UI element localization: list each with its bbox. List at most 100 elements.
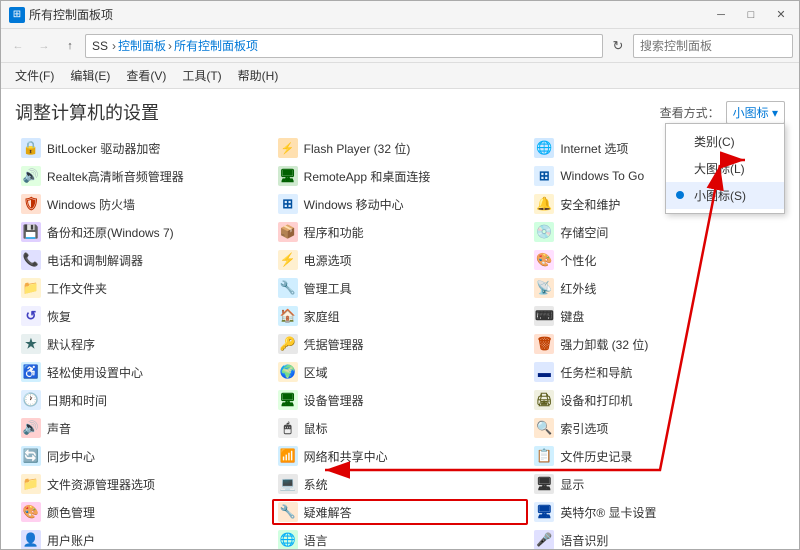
ctrl-item-admintools[interactable]: 🔧 管理工具 xyxy=(272,275,529,301)
all-items-segment[interactable]: 所有控制面板项 xyxy=(174,37,258,54)
recovery-label: 恢复 xyxy=(47,308,71,325)
ctrl-item-keyboard[interactable]: ⌨ 键盘 xyxy=(528,303,785,329)
ctrl-item-filehistory[interactable]: 📋 文件历史记录 xyxy=(528,443,785,469)
ctrl-item-firewall[interactable]: 🛡 Windows 防火墙 xyxy=(15,191,272,217)
uninstall-icon: 🗑 xyxy=(534,334,554,354)
ctrl-item-datetime[interactable]: 🕐 日期和时间 xyxy=(15,387,272,413)
view-option-category[interactable]: 类别(C) xyxy=(666,128,784,155)
datetime-label: 日期和时间 xyxy=(47,392,107,409)
close-button[interactable]: ✕ xyxy=(767,5,795,25)
ctrl-item-troubleshoot[interactable]: 🔧 疑难解答 xyxy=(272,499,529,525)
ctrl-item-display[interactable]: 🖥 显示 xyxy=(528,471,785,497)
devices-icon: 🖨 xyxy=(534,390,554,410)
content-area[interactable]: 调整计算机的设置 查看方式： 小图标 ▾ 类别(C) 大图标(L) 小 xyxy=(1,89,799,549)
easyaccess-label: 轻松使用设置中心 xyxy=(47,364,143,381)
menu-edit[interactable]: 编辑(E) xyxy=(62,64,118,87)
control-panel-segment[interactable]: 控制面板 xyxy=(118,37,166,54)
refresh-button[interactable]: ↻ xyxy=(607,35,629,57)
ctrl-item-folderopt[interactable]: 📁 文件资源管理器选项 xyxy=(15,471,272,497)
ctrl-item-programs[interactable]: 📦 程序和功能 xyxy=(272,219,529,245)
ctrl-item-realtek[interactable]: 🔊 Realtek高清晰音频管理器 xyxy=(15,163,272,189)
sound-icon: 🔊 xyxy=(21,418,41,438)
remoteapp-icon: 🖥 xyxy=(278,166,298,186)
admintools-icon: 🔧 xyxy=(278,278,298,298)
menu-help[interactable]: 帮助(H) xyxy=(230,64,287,87)
maximize-button[interactable]: □ xyxy=(737,5,765,25)
filehistory-label: 文件历史记录 xyxy=(560,448,632,465)
ctrl-item-power[interactable]: ⚡ 电源选项 xyxy=(272,247,529,273)
ctrl-item-sound[interactable]: 🔊 声音 xyxy=(15,415,272,441)
ctrl-item-recovery[interactable]: ↺ 恢复 xyxy=(15,303,272,329)
address-bar: ← → ↑ SS › 控制面板 › 所有控制面板项 ↻ 🔍 xyxy=(1,29,799,63)
devices-label: 设备和打印机 xyxy=(560,392,632,409)
ctrl-item-indexing[interactable]: 🔍 索引选项 xyxy=(528,415,785,441)
ctrl-item-mobilecenter[interactable]: ⊞ Windows 移动中心 xyxy=(272,191,529,217)
indexing-icon: 🔍 xyxy=(534,418,554,438)
ctrl-item-language[interactable]: 🌐 语言 xyxy=(272,527,529,549)
menu-tools[interactable]: 工具(T) xyxy=(174,64,229,87)
phone-icon: 📞 xyxy=(21,250,41,270)
ctrl-item-homegroup[interactable]: 🏠 家庭组 xyxy=(272,303,529,329)
ctrl-item-speech[interactable]: 🎤 语音识别 xyxy=(528,527,785,549)
ctrl-item-flash[interactable]: ⚡ Flash Player (32 位) xyxy=(272,135,529,161)
programs-icon: 📦 xyxy=(278,222,298,242)
up-button[interactable]: ↑ xyxy=(59,35,81,57)
ctrl-item-workfolders[interactable]: 📁 工作文件夹 xyxy=(15,275,272,301)
view-option-large[interactable]: 大图标(L) xyxy=(666,155,784,182)
view-dropdown[interactable]: 小图标 ▾ xyxy=(726,101,785,124)
ctrl-item-useraccount[interactable]: 👤 用户账户 xyxy=(15,527,272,549)
ctrl-item-color[interactable]: 🎨 颜色管理 xyxy=(15,499,272,525)
ctrl-item-personalize[interactable]: 🎨 个性化 xyxy=(528,247,785,273)
address-path[interactable]: SS › 控制面板 › 所有控制面板项 xyxy=(85,34,603,58)
ctrl-item-devmgr[interactable]: 🖥 设备管理器 xyxy=(272,387,529,413)
homegroup-icon: 🏠 xyxy=(278,306,298,326)
taskbar-icon: ▬ xyxy=(534,362,554,382)
ctrl-item-backup[interactable]: 💾 备份和还原(Windows 7) xyxy=(15,219,272,245)
indexing-label: 索引选项 xyxy=(560,420,608,437)
troubleshoot-label: 疑难解答 xyxy=(304,504,352,521)
ctrl-item-system[interactable]: 💻 系统 xyxy=(272,471,529,497)
menu-file[interactable]: 文件(F) xyxy=(7,64,62,87)
search-input[interactable] xyxy=(634,39,793,53)
ctrl-item-uninstall[interactable]: 🗑 强力卸载 (32 位) xyxy=(528,331,785,357)
realtek-icon: 🔊 xyxy=(21,166,41,186)
ctrl-item-mouse[interactable]: 🖱 鼠标 xyxy=(272,415,529,441)
page-title: 调整计算机的设置 xyxy=(15,99,159,125)
region-icon: 🌍 xyxy=(278,362,298,382)
ctrl-item-taskbar[interactable]: ▬ 任务栏和导航 xyxy=(528,359,785,385)
flash-label: Flash Player (32 位) xyxy=(304,140,411,157)
ctrl-item-infrared[interactable]: 📡 红外线 xyxy=(528,275,785,301)
ctrl-item-synccenter[interactable]: 🔄 同步中心 xyxy=(15,443,272,469)
menu-view[interactable]: 查看(V) xyxy=(118,64,174,87)
devmgr-icon: 🖥 xyxy=(278,390,298,410)
system-icon: 💻 xyxy=(278,474,298,494)
internet-icon: 🌐 xyxy=(534,138,554,158)
view-current: 小图标 ▾ xyxy=(733,104,778,121)
ctrl-item-devices[interactable]: 🖨 设备和打印机 xyxy=(528,387,785,413)
ctrl-item-intel[interactable]: 🖥 英特尔® 显卡设置 xyxy=(528,499,785,525)
forward-button[interactable]: → xyxy=(33,35,55,57)
ctrl-item-default[interactable]: ★ 默认程序 xyxy=(15,331,272,357)
language-label: 语言 xyxy=(304,532,328,549)
ctrl-item-easyaccess[interactable]: ♿ 轻松使用设置中心 xyxy=(15,359,272,385)
ctrl-item-phone[interactable]: 📞 电话和调制解调器 xyxy=(15,247,272,273)
back-button[interactable]: ← xyxy=(7,35,29,57)
region-label: 区域 xyxy=(304,364,328,381)
minimize-button[interactable]: ─ xyxy=(707,5,735,25)
ctrl-item-remoteapp[interactable]: 🖥 RemoteApp 和桌面连接 xyxy=(272,163,529,189)
view-option-small[interactable]: 小图标(S) xyxy=(666,182,784,209)
ctrl-item-networkcenter[interactable]: 📶 网络和共享中心 xyxy=(272,443,529,469)
mouse-label: 鼠标 xyxy=(304,420,328,437)
display-label: 显示 xyxy=(560,476,584,493)
mobilecenter-icon: ⊞ xyxy=(278,194,298,214)
realtek-label: Realtek高清晰音频管理器 xyxy=(47,168,184,185)
bitlocker-icon: 🔒 xyxy=(21,138,41,158)
ctrl-item-storage[interactable]: 💿 存储空间 xyxy=(528,219,785,245)
workfolders-label: 工作文件夹 xyxy=(47,280,107,297)
ctrl-item-bitlocker[interactable]: 🔒 BitLocker 驱动器加密 xyxy=(15,135,272,161)
color-label: 颜色管理 xyxy=(47,504,95,521)
easyaccess-icon: ♿ xyxy=(21,362,41,382)
ctrl-item-credential[interactable]: 🔑 凭据管理器 xyxy=(272,331,529,357)
ctrl-item-region[interactable]: 🌍 区域 xyxy=(272,359,529,385)
title-bar-left: ⊞ 所有控制面板项 xyxy=(9,6,113,23)
